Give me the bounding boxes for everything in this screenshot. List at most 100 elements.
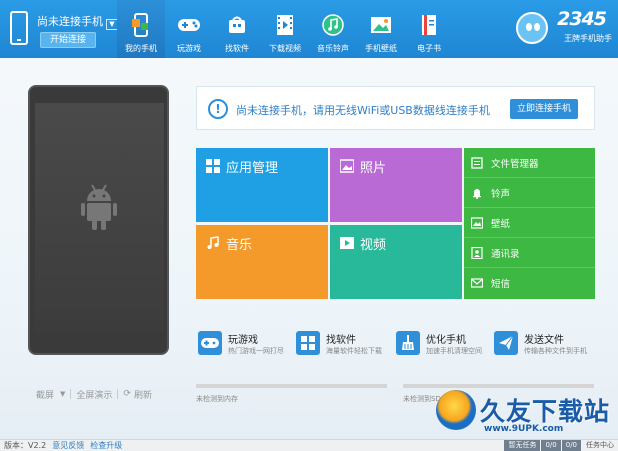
broom-icon: [396, 331, 420, 355]
task-count: 0/0: [561, 440, 581, 451]
nav-label: 音乐铃声: [317, 44, 349, 53]
folder-icon: [471, 156, 483, 169]
refresh-label: 刷新: [133, 390, 152, 401]
tile-label: 视频: [360, 238, 387, 253]
app-store-icon: [225, 13, 249, 37]
nav-ringtones[interactable]: 音乐铃声: [309, 0, 357, 58]
internal-storage-bar: [196, 384, 387, 388]
tile-label: 应用管理: [226, 161, 279, 176]
notice-text: 尚未连接手机，请用无线WiFi或USB数据线连接手机: [236, 104, 490, 117]
grid-icon: [206, 159, 220, 173]
watermark-url: www.9UPK.com: [484, 424, 564, 434]
android-icon: [81, 184, 117, 230]
nav-games[interactable]: 玩游戏: [165, 0, 213, 58]
phone-preview: [28, 85, 169, 355]
side-item-file-manager[interactable]: 文件管理器: [464, 148, 595, 178]
nav-label: 找软件: [225, 44, 249, 53]
phone-icon: [129, 13, 153, 37]
nav-label: 手机壁纸: [365, 44, 397, 53]
side-item-label: 短信: [491, 279, 511, 290]
nav-apps[interactable]: 找软件: [213, 0, 261, 58]
info-icon: !: [208, 99, 228, 119]
contacts-icon: [471, 246, 483, 259]
shortcut-title: 玩游戏: [228, 335, 258, 346]
watermark-logo: [436, 390, 476, 430]
nav-my-phone[interactable]: 我的手机: [117, 0, 165, 58]
watermark-text: 久友下载站: [480, 397, 611, 426]
chevron-down-icon[interactable]: ▼: [60, 390, 65, 398]
check-update-link[interactable]: 检查升级: [90, 440, 122, 451]
phone-actions: 截屏 ▼ 全屏演示 ⟳ 刷新: [28, 386, 169, 402]
screenshot-button[interactable]: 截屏 ▼: [36, 388, 65, 401]
brand-subtitle: 王牌手机助手: [564, 34, 612, 43]
shortcut-apps[interactable]: 找软件 海量软件轻松下载: [296, 331, 393, 361]
shortcut-title: 发送文件: [524, 335, 564, 346]
tile-label: 照片: [360, 161, 387, 176]
mail-icon: [471, 278, 483, 288]
refresh-icon: ⟳: [123, 389, 131, 399]
connect-now-button[interactable]: 立即连接手机: [510, 99, 578, 119]
side-item-label: 通讯录: [491, 248, 520, 260]
side-item-wallpapers[interactable]: 壁纸: [464, 208, 595, 238]
nav-ebooks[interactable]: 电子书: [405, 0, 453, 58]
status-bar: 版本：V2.2 意见反馈 检查升级 暂无任务 0/0 0/0 任务中心: [0, 439, 618, 451]
film-icon: [273, 13, 297, 37]
device-name: 尚未连接手机: [37, 15, 103, 28]
book-icon: [417, 13, 441, 37]
connection-notice: ! 尚未连接手机，请用无线WiFi或USB数据线连接手机 立即连接手机: [196, 86, 595, 130]
image-icon: [340, 159, 354, 173]
gamepad-icon: [198, 331, 222, 355]
nav-wallpapers[interactable]: 手机壁纸: [357, 0, 405, 58]
tile-video[interactable]: 视频: [330, 225, 462, 299]
screenshot-label: 截屏: [36, 390, 55, 401]
side-item-ringtones[interactable]: 铃声: [464, 178, 595, 208]
task-center-link[interactable]: 任务中心: [582, 440, 618, 451]
watermark: 久友下载站 www.9UPK.com: [432, 386, 618, 436]
send-icon: [494, 331, 518, 355]
divider: [117, 389, 119, 399]
feedback-link[interactable]: 意见反馈: [52, 440, 84, 451]
image-icon: [369, 13, 393, 37]
fullscreen-button[interactable]: 全屏演示: [76, 388, 112, 401]
mascot-icon: [516, 12, 548, 44]
side-item-contacts[interactable]: 通讯录: [464, 238, 595, 268]
device-status[interactable]: 尚未连接手机 ▼: [37, 13, 118, 30]
side-item-sms[interactable]: 短信: [464, 268, 595, 298]
internal-storage-label: 未检测到内存: [196, 395, 238, 403]
shortcut-desc: 热门游戏一网打尽: [228, 347, 284, 355]
phone-screen: [35, 103, 164, 331]
brand-logo: 2345 王牌手机助手: [516, 6, 614, 52]
nav-videos[interactable]: 下载视频: [261, 0, 309, 58]
music-note-icon: [207, 236, 219, 249]
nav-label: 玩游戏: [177, 44, 201, 53]
side-item-label: 铃声: [491, 188, 511, 200]
task-count: 0/0: [541, 440, 561, 451]
start-connect-button[interactable]: 开始连接: [40, 32, 96, 48]
gamepad-icon: [177, 13, 201, 37]
task-area: 暂无任务 0/0 0/0 任务中心: [503, 440, 618, 451]
music-note-icon: [321, 13, 345, 37]
refresh-button[interactable]: ⟳ 刷新: [123, 388, 152, 401]
shortcut-optimize[interactable]: 优化手机 加速手机清理空间: [396, 331, 493, 361]
tile-label: 音乐: [226, 238, 253, 253]
tile-photos[interactable]: 照片: [330, 148, 462, 222]
nav-label: 下载视频: [269, 44, 301, 53]
internal-storage: 未检测到内存: [196, 384, 387, 404]
shortcut-desc: 加速手机清理空间: [426, 347, 482, 355]
shortcut-send-file[interactable]: 发送文件 传输各种文件到手机: [494, 331, 591, 361]
app-store-icon: [296, 331, 320, 355]
wallpaper-icon: [471, 216, 483, 229]
top-bar: 尚未连接手机 ▼ 开始连接 我的手机 玩游戏 找软件 下载视频 音乐铃声 手机壁…: [0, 0, 618, 58]
task-status: 暂无任务: [504, 440, 541, 451]
nav-label: 我的手机: [125, 44, 157, 53]
shortcut-desc: 海量软件轻松下载: [326, 347, 382, 355]
version-label: 版本：V2.2: [4, 441, 47, 450]
shortcut-games[interactable]: 玩游戏 热门游戏一网打尽: [198, 331, 295, 361]
divider: [70, 389, 72, 399]
film-icon: [340, 237, 354, 249]
shortcut-title: 找软件: [326, 335, 356, 346]
main-nav: 我的手机 玩游戏 找软件 下载视频 音乐铃声 手机壁纸 电子书: [117, 0, 453, 58]
shortcut-desc: 传输各种文件到手机: [524, 347, 587, 355]
tile-music[interactable]: 音乐: [196, 225, 328, 299]
tile-app-manager[interactable]: 应用管理: [196, 148, 328, 222]
